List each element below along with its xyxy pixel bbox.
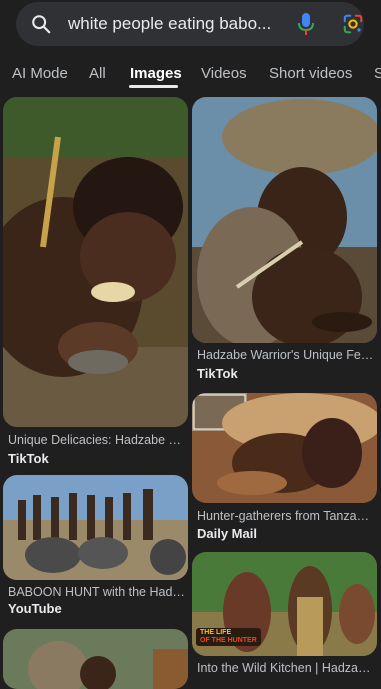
tab-all[interactable]: All [89,65,106,82]
microphone-icon[interactable] [296,12,316,36]
active-tab-indicator [129,85,178,88]
result-source[interactable]: Daily Mail [197,526,257,541]
tab-more[interactable]: S [374,65,381,82]
result-source[interactable]: TikTok [8,451,49,466]
result-thumbnail[interactable] [3,629,188,689]
tab-ai-mode[interactable]: AI Mode [12,65,68,82]
result-thumbnail[interactable]: THE LIFE OF THE HUNTER [192,552,377,656]
result-title[interactable]: BABOON HUNT with the Hadza... [8,585,186,599]
search-icon [32,15,51,34]
result-thumbnail[interactable] [192,97,377,343]
result-title[interactable]: Into the Wild Kitchen | Hadzabe... [197,661,375,675]
tab-videos[interactable]: Videos [201,65,247,82]
result-thumbnail[interactable] [3,97,188,427]
search-bar[interactable]: white people eating babo... [16,2,364,46]
tab-short-videos[interactable]: Short videos [269,65,352,82]
search-input[interactable]: white people eating babo... [68,14,278,34]
tab-images[interactable]: Images [130,65,182,82]
result-thumbnail[interactable] [192,393,377,503]
result-thumbnail[interactable] [3,475,188,580]
result-title[interactable]: Hadzabe Warrior's Unique Feas... [197,348,375,362]
result-source[interactable]: YouTube [8,601,62,616]
result-title[interactable]: Unique Delicacies: Hadzabe Bu... [8,433,186,447]
result-title[interactable]: Hunter-gatherers from Tanzani... [197,509,375,523]
google-lens-icon[interactable] [342,13,364,35]
search-tabs: AI Mode All Images Videos Short videos S [0,56,381,92]
result-source[interactable]: TikTok [197,366,238,381]
life-of-the-hunter-badge: THE LIFE OF THE HUNTER [196,628,261,646]
